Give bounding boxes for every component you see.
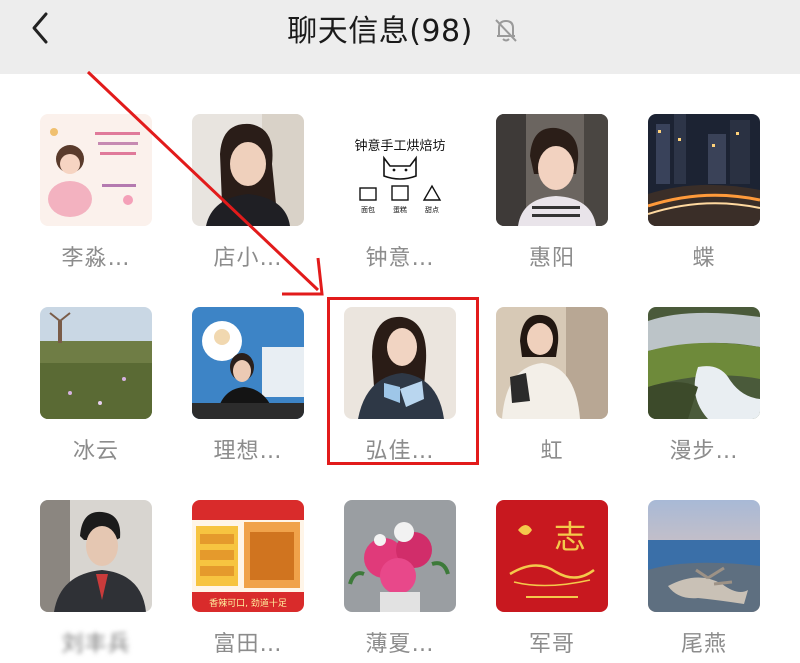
member-item[interactable]: 志 军哥 bbox=[496, 500, 608, 658]
bell-off-icon bbox=[495, 19, 517, 42]
bakery-logo-avatar: 钟意手工烘焙坊 面包 蛋糕 甜点 bbox=[344, 114, 456, 226]
meadow-windmill-avatar bbox=[40, 307, 152, 419]
member-item[interactable]: 刘丰兵 bbox=[40, 500, 152, 658]
member-item[interactable]: 香辣可口, 劲道十足 富田… bbox=[192, 500, 304, 658]
member-item[interactable]: 漫步… bbox=[648, 307, 760, 465]
svg-text:香辣可口, 劲道十足: 香辣可口, 劲道十足 bbox=[209, 597, 287, 609]
svg-text:面包: 面包 bbox=[361, 205, 375, 214]
member-name: 漫步… bbox=[669, 439, 739, 464]
man-suit-avatar bbox=[40, 500, 152, 612]
member-item[interactable]: 钟意手工烘焙坊 面包 蛋糕 甜点 钟意… bbox=[344, 114, 456, 272]
member-item[interactable]: 李淼… bbox=[40, 114, 152, 272]
highlight-box bbox=[327, 297, 479, 465]
member-item[interactable]: 蝶 bbox=[648, 114, 760, 272]
member-name: 惠阳 bbox=[528, 246, 575, 271]
member-name: 蝶 bbox=[692, 246, 716, 271]
svg-text:钟意手工烘焙坊: 钟意手工烘焙坊 bbox=[354, 138, 445, 154]
member-name: 钟意… bbox=[365, 246, 435, 271]
top-bar: 聊天信息(98) bbox=[0, 0, 800, 74]
mossy-rocks-avatar bbox=[648, 307, 760, 419]
member-name: 理想… bbox=[213, 439, 283, 464]
member-item[interactable]: 惠阳 bbox=[496, 114, 608, 272]
member-item[interactable]: 店小… bbox=[192, 114, 304, 272]
woman-at-table-avatar bbox=[192, 307, 304, 419]
red-calligraphy-avatar: 志 bbox=[496, 500, 608, 612]
woman-selfie-avatar bbox=[496, 114, 608, 226]
member-item[interactable]: 虹 bbox=[496, 307, 608, 465]
lake-tree-avatar bbox=[648, 500, 760, 612]
member-name: 刘丰兵 bbox=[61, 632, 131, 657]
member-name: 虹 bbox=[540, 439, 564, 464]
page-title: 聊天信息(98) bbox=[287, 14, 473, 49]
member-item[interactable]: 理想… bbox=[192, 307, 304, 465]
member-name: 军哥 bbox=[528, 632, 575, 657]
member-name: 尾燕 bbox=[680, 632, 727, 657]
svg-text:志: 志 bbox=[554, 518, 586, 556]
cartoon-girl-avatar bbox=[40, 114, 152, 226]
member-name: 李淼… bbox=[61, 246, 131, 271]
woman-photo-avatar bbox=[192, 114, 304, 226]
city-night-avatar bbox=[648, 114, 760, 226]
member-item[interactable]: 尾燕 bbox=[648, 500, 760, 658]
woman-sofa-avatar bbox=[496, 307, 608, 419]
peony-flowers-avatar bbox=[344, 500, 456, 612]
member-item[interactable]: 冰云 bbox=[40, 307, 152, 465]
member-name: 富田… bbox=[213, 632, 283, 657]
svg-text:甜点: 甜点 bbox=[425, 205, 439, 214]
member-name: 冰云 bbox=[72, 439, 119, 464]
svg-text:蛋糕: 蛋糕 bbox=[393, 205, 407, 214]
member-item[interactable]: 薄夏… bbox=[344, 500, 456, 658]
member-name: 薄夏… bbox=[365, 632, 435, 657]
snack-package-avatar: 香辣可口, 劲道十足 bbox=[192, 500, 304, 612]
member-name: 店小… bbox=[213, 246, 283, 271]
